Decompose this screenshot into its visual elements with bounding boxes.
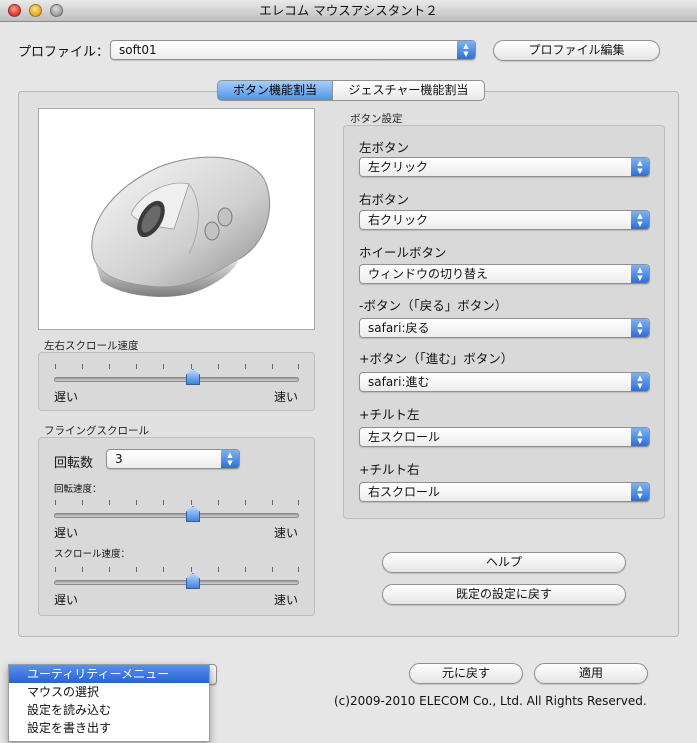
- right-button-label: 右ボタン: [359, 192, 410, 207]
- mouse-image-well: [38, 108, 315, 330]
- rotations-value: 3: [115, 452, 123, 466]
- scroll-speed-slider[interactable]: [54, 377, 299, 382]
- left-button-label: 左ボタン: [359, 140, 410, 155]
- title-bar[interactable]: エレコム マウスアシスタント２: [0, 0, 697, 22]
- profile-value: soft01: [119, 43, 157, 57]
- scroll-speed-title: 左右スクロール速度: [44, 340, 139, 352]
- wheel-button-select[interactable]: ウィンドウの切り替え ▲ ▼: [359, 264, 650, 284]
- menu-item-load-settings[interactable]: 設定を読み込む: [9, 701, 209, 719]
- zoom-button[interactable]: [50, 4, 63, 17]
- revert-button[interactable]: 元に戻す: [409, 663, 523, 684]
- wheel-button-label: ホイールボタン: [359, 245, 447, 260]
- rotation-speed-slow: 遅い: [54, 526, 79, 540]
- profile-edit-button[interactable]: プロファイル編集: [493, 40, 660, 61]
- close-button[interactable]: [8, 4, 21, 17]
- updown-arrows-icon: ▲ ▼: [221, 450, 239, 468]
- back-button-select[interactable]: safari:戻る ▲ ▼: [359, 318, 650, 338]
- updown-arrows-icon: ▲ ▼: [631, 158, 649, 176]
- copyright-text: (c)2009-2010 ELECOM Co., Ltd. All Rights…: [334, 694, 647, 708]
- scroll-speed-slow: 遅い: [54, 390, 79, 404]
- forward-button-select[interactable]: safari:進む ▲ ▼: [359, 372, 650, 392]
- profile-select[interactable]: soft01 ▲ ▼: [110, 40, 476, 60]
- window-title: エレコム マウスアシスタント２: [259, 3, 438, 18]
- flying-scroll-speed-slow: 遅い: [54, 593, 79, 607]
- rotation-speed-fast: 速い: [274, 526, 299, 540]
- help-button[interactable]: ヘルプ: [382, 552, 626, 573]
- updown-arrows-icon: ▲ ▼: [631, 428, 649, 446]
- app-window: エレコム マウスアシスタント２ プロファイル： soft01 ▲ ▼ プロファイル…: [0, 0, 697, 743]
- flying-scroll-speed-fast: 速い: [274, 593, 299, 607]
- wheel-button-value: ウィンドウの切り替え: [368, 267, 489, 281]
- left-button-value: 左クリック: [368, 160, 429, 174]
- flying-scroll-speed-slider[interactable]: [54, 580, 299, 585]
- profile-label: プロファイル：: [18, 45, 110, 60]
- minimize-button[interactable]: [29, 4, 42, 17]
- menu-item-select-mouse[interactable]: マウスの選択: [9, 683, 209, 701]
- back-button-label: -ボタン（「戻る」ボタン）: [359, 298, 508, 313]
- mouse-image: [91, 156, 271, 297]
- updown-arrows-icon: ▲ ▼: [631, 265, 649, 283]
- scroll-speed-fast: 速い: [274, 390, 299, 404]
- rotation-speed-slider[interactable]: [54, 513, 299, 518]
- tab-gesture-assign[interactable]: ジェスチャー機能割当: [332, 80, 485, 101]
- rotation-speed-label: 回転速度：: [54, 484, 102, 495]
- tilt-left-label: +チルト左: [359, 407, 420, 422]
- apply-button[interactable]: 適用: [534, 663, 648, 684]
- right-button-value: 右クリック: [368, 213, 429, 227]
- restore-defaults-button[interactable]: 既定の設定に戻す: [382, 584, 626, 605]
- updown-arrows-icon: ▲ ▼: [631, 211, 649, 229]
- back-button-value: safari:戻る: [368, 321, 430, 335]
- tilt-right-select[interactable]: 右スクロール ▲ ▼: [359, 482, 650, 502]
- right-button-select[interactable]: 右クリック ▲ ▼: [359, 210, 650, 230]
- updown-arrows-icon: ▲ ▼: [631, 373, 649, 391]
- forward-button-value: safari:進む: [368, 375, 430, 389]
- updown-arrows-icon: ▲ ▼: [631, 483, 649, 501]
- updown-arrows-icon: ▲ ▼: [631, 319, 649, 337]
- button-settings-title: ボタン設定: [350, 113, 403, 125]
- tilt-right-label: +チルト右: [359, 462, 420, 477]
- tilt-left-value: 左スクロール: [368, 430, 441, 444]
- flying-scroll-title: フライングスクロール: [44, 425, 149, 437]
- tilt-right-value: 右スクロール: [368, 485, 441, 499]
- utility-menu: ユーティリティーメニュー マウスの選択 設定を読み込む 設定を書き出す: [8, 664, 210, 742]
- updown-arrows-icon: ▲ ▼: [457, 41, 475, 59]
- rotations-select[interactable]: 3 ▲ ▼: [106, 449, 240, 469]
- left-button-select[interactable]: 左クリック ▲ ▼: [359, 157, 650, 177]
- rotations-label: 回転数: [54, 456, 94, 471]
- flying-scroll-speed-label: スクロール速度：: [54, 549, 131, 560]
- tab-button-assign[interactable]: ボタン機能割当: [217, 80, 333, 101]
- tilt-left-select[interactable]: 左スクロール ▲ ▼: [359, 427, 650, 447]
- menu-item-export-settings[interactable]: 設定を書き出す: [9, 719, 209, 737]
- forward-button-label: +ボタン（「進む」ボタン）: [359, 351, 514, 366]
- menu-item-utility[interactable]: ユーティリティーメニュー: [9, 665, 209, 683]
